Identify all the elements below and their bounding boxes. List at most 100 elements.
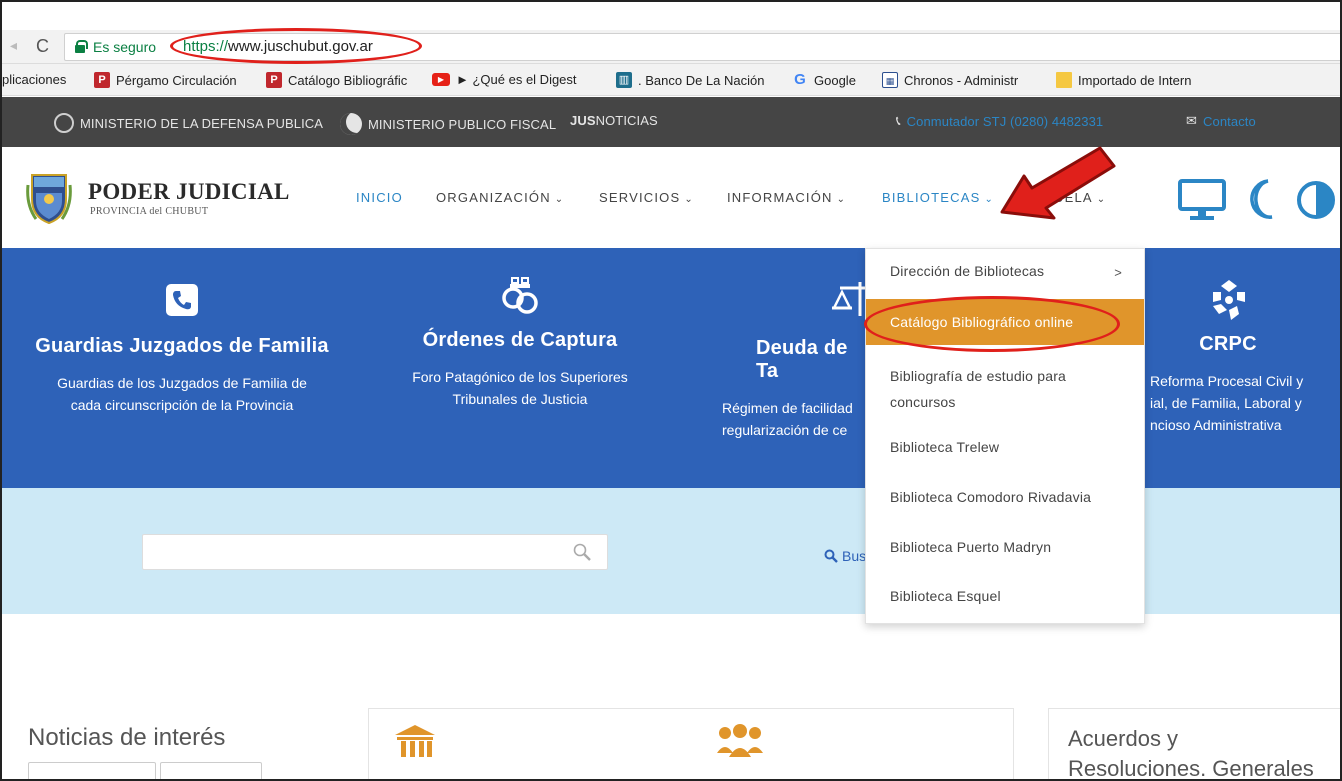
- menu-item-madryn[interactable]: Biblioteca Puerto Madryn: [866, 539, 1144, 561]
- link-defensa[interactable]: MINISTERIO DE LA DEFENSA PUBLICA: [54, 113, 323, 133]
- pergamo-icon: P: [94, 72, 110, 88]
- url-host: www.juschubut.gov.ar: [228, 38, 373, 55]
- card-guardias[interactable]: Guardias Juzgados de Familia Guardias de…: [32, 284, 332, 416]
- quick-links-panel: [368, 708, 1014, 779]
- phone-icon: 📞︎: [896, 113, 901, 128]
- card-title: Guardias Juzgados de Familia: [35, 335, 329, 357]
- card-title: CRPC: [1199, 333, 1257, 355]
- url-text[interactable]: https://www.juschubut.gov.ar: [183, 38, 373, 55]
- conmutador-label: Conmutador STJ (0280) 4482331: [906, 113, 1104, 129]
- menu-item-label: Catálogo Bibliográfico online: [890, 314, 1074, 330]
- menu-item-bibliografia[interactable]: Bibliografía de estudio para concursos: [866, 363, 1144, 413]
- google-icon: G: [794, 71, 806, 88]
- bookmark-label: Importado de Intern: [1078, 72, 1192, 88]
- search-input[interactable]: [142, 534, 608, 570]
- search-icon[interactable]: [572, 542, 592, 562]
- bookmark-catalogo[interactable]: P Catálogo Bibliográfic: [266, 72, 407, 88]
- menu-item-label: Biblioteca Trelew: [890, 439, 1000, 455]
- card-desc-line: ncioso Administrativa: [1150, 417, 1282, 433]
- link-jusnoticias[interactable]: JUS NOTICIAS: [570, 113, 658, 128]
- bookmark-label: Pérgamo Circulación: [116, 72, 237, 88]
- card-desc-line: cada circunscripción de la Provincia: [70, 397, 294, 413]
- bank-icon: ▥: [616, 72, 632, 88]
- moon-icon[interactable]: [1242, 177, 1278, 221]
- news-heading: Noticias de interés: [28, 724, 226, 751]
- advanced-search-link[interactable]: Bus: [824, 548, 866, 564]
- pergamo-icon: P: [266, 72, 282, 88]
- menu-item-catalogo[interactable]: Catálogo Bibliográfico online: [866, 299, 1144, 345]
- scale-icon: [831, 282, 870, 316]
- acuerdos-line: Resoluciones. Generales: [1068, 756, 1314, 781]
- bookmark-chronos[interactable]: ▦ Chronos - Administr: [882, 72, 1018, 88]
- jus-bold-label: JUS: [570, 113, 596, 128]
- acuerdos-heading[interactable]: Acuerdos y Resoluciones. Generales: [1068, 724, 1340, 781]
- nav-organizacion[interactable]: ORGANIZACIÓN ⌄: [436, 190, 564, 205]
- browser-window: ◂ C Es seguro https://www.juschubut.gov.…: [0, 0, 1342, 781]
- bookmark-digesto[interactable]: ▶ ► ¿Qué es el Digest: [432, 72, 577, 87]
- users-icon[interactable]: [715, 723, 765, 763]
- handcuffs-icon: [502, 277, 538, 314]
- bibliotecas-dropdown: Dirección de Bibliotecas > Catálogo Bibli…: [865, 248, 1145, 624]
- card-ordenes[interactable]: Órdenes de Captura Foro Patagónico de lo…: [370, 276, 670, 410]
- menu-item-label: Biblioteca Puerto Madryn: [890, 539, 1052, 555]
- bookmark-label: . Banco De La Nación: [638, 72, 765, 88]
- crpc-logo-icon: [1213, 280, 1245, 320]
- back-icon[interactable]: ◂: [10, 37, 17, 54]
- contrast-icon[interactable]: [1296, 180, 1336, 220]
- courthouse-icon[interactable]: [393, 723, 437, 763]
- chevron-down-icon: ⌄: [836, 194, 847, 205]
- card-description: Guardias de los Juzgados de Familia de ca…: [32, 372, 332, 416]
- reload-icon[interactable]: C: [36, 36, 49, 57]
- brand-subtitle: PROVINCIA del CHUBUT: [90, 206, 209, 217]
- card-desc-line: regularización de ce: [722, 422, 848, 438]
- brand-title[interactable]: PODER JUDICIAL: [88, 179, 290, 205]
- menu-item-label: Bibliografía de estudio para: [890, 368, 1067, 384]
- bookmark-pergamo[interactable]: P Pérgamo Circulación: [94, 72, 237, 88]
- card-crpc[interactable]: CRPC Reforma Procesal Civil y ial, de Fam…: [1148, 278, 1340, 436]
- nav-label: BIBLIOTECAS: [882, 190, 981, 205]
- bookmark-google[interactable]: G Google: [792, 72, 856, 88]
- nav-servicios[interactable]: SERVICIOS ⌄: [599, 190, 694, 205]
- defensa-label: MINISTERIO DE LA DEFENSA PUBLICA: [80, 115, 324, 131]
- nav-label: UELA: [1054, 190, 1093, 205]
- youtube-icon: ▶: [432, 73, 450, 86]
- link-contacto[interactable]: ✉ Contacto: [1186, 113, 1256, 129]
- chevron-right-icon: >: [1114, 265, 1122, 280]
- site-header: PODER JUDICIAL PROVINCIA del CHUBUT INIC…: [2, 147, 1340, 248]
- folder-icon: [1056, 72, 1072, 88]
- news-filter-chip[interactable]: [160, 762, 262, 779]
- bookmark-importado[interactable]: Importado de Intern: [1056, 72, 1191, 88]
- nav-inicio[interactable]: INICIO: [356, 190, 403, 205]
- bookmark-label: Google: [814, 72, 856, 88]
- url-field[interactable]: Es seguro https://www.juschubut.gov.ar: [64, 33, 1340, 61]
- phone-icon: [166, 284, 198, 316]
- menu-item-direccion[interactable]: Dirección de Bibliotecas >: [866, 263, 1144, 289]
- acuerdos-line: Acuerdos y: [1068, 726, 1179, 751]
- link-conmutador[interactable]: 📞︎ Conmutador STJ (0280) 4482331: [896, 113, 1103, 129]
- bookmark-banco[interactable]: ▥ . Banco De La Nación: [616, 72, 764, 88]
- card-desc-line: ial, de Familia, Laboral y: [1150, 395, 1302, 411]
- card-description: Reforma Procesal Civil y ial, de Familia,…: [1148, 370, 1340, 436]
- bookmarks-bar: plicaciones P Pérgamo Circulación P Catálo…: [2, 64, 1340, 96]
- menu-item-esquel[interactable]: Biblioteca Esquel: [866, 588, 1144, 610]
- nav-bibliotecas[interactable]: BIBLIOTECAS ⌄: [882, 190, 994, 205]
- news-filter-chip[interactable]: [28, 762, 156, 779]
- nav-escuela[interactable]: UELA ⌄: [1054, 190, 1106, 205]
- card-deuda[interactable]: Deuda de Ta Régimen de facilidad regulari…: [714, 278, 874, 441]
- search-link-label: Bus: [842, 548, 867, 564]
- chevron-down-icon: ⌄: [554, 194, 565, 205]
- calendar-icon: ▦: [882, 72, 898, 88]
- search-icon: [824, 549, 838, 563]
- url-scheme: https://: [183, 38, 229, 55]
- link-fiscal[interactable]: MINISTERIO PUBLICO FISCAL: [340, 113, 556, 135]
- menu-item-comodoro[interactable]: Biblioteca Comodoro Rivadavia: [866, 489, 1144, 511]
- bookmark-apps[interactable]: plicaciones: [2, 72, 66, 87]
- bookmark-label: Chronos - Administr: [904, 72, 1019, 88]
- monitor-icon[interactable]: [1178, 179, 1226, 221]
- chubut-shield-logo[interactable]: [26, 169, 72, 225]
- menu-item-trelew[interactable]: Biblioteca Trelew: [866, 439, 1144, 461]
- nav-label: ORGANIZACIÓN: [436, 190, 551, 205]
- defensa-seal-icon: [54, 113, 74, 133]
- nav-informacion[interactable]: INFORMACIÓN ⌄: [727, 190, 846, 205]
- card-desc-line: Reforma Procesal Civil y: [1150, 373, 1304, 389]
